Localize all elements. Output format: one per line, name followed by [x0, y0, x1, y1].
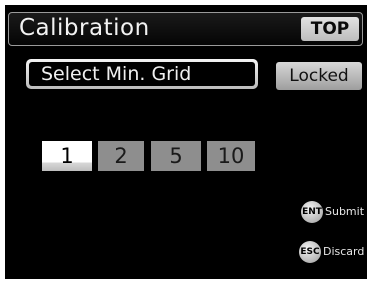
- device-screen: Calibration TOP Select Min. Grid Locked …: [5, 5, 367, 279]
- page-title: Calibration: [19, 15, 150, 41]
- discard-label: Discard: [323, 245, 365, 258]
- ent-key-icon: ENT: [301, 201, 323, 223]
- esc-key-icon: ESC: [299, 241, 321, 263]
- submit-label: Submit: [325, 205, 365, 218]
- top-button[interactable]: TOP: [301, 17, 359, 41]
- mode-label-text: Select Min. Grid: [29, 62, 255, 86]
- submit-hint[interactable]: ENT Submit: [301, 201, 367, 223]
- grid-option-5[interactable]: 5: [151, 141, 201, 171]
- discard-hint[interactable]: ESC Discard: [299, 241, 367, 263]
- grid-option-2[interactable]: 2: [98, 141, 144, 171]
- grid-option-1[interactable]: 1: [42, 141, 92, 171]
- lock-status-badge[interactable]: Locked: [276, 62, 362, 90]
- grid-option-10[interactable]: 10: [207, 141, 255, 171]
- title-bar: Calibration TOP: [8, 12, 363, 46]
- mode-label: Select Min. Grid: [26, 59, 258, 89]
